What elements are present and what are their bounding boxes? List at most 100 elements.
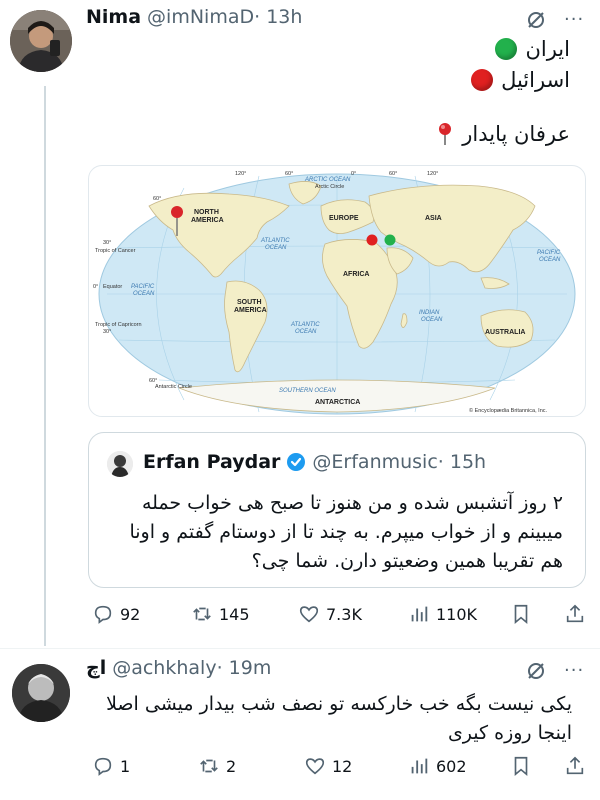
map-label-atlantic-s: ATLANTIC bbox=[290, 322, 320, 328]
map-label-tropic-cancer: Tropic of Cancer bbox=[95, 248, 136, 254]
reply-time[interactable]: · 19m bbox=[217, 657, 272, 679]
green-circle-icon bbox=[495, 38, 518, 60]
author-name[interactable]: Nima bbox=[86, 6, 141, 28]
more-icon[interactable]: ··· bbox=[564, 662, 584, 680]
map-lat-60s: 60° bbox=[149, 378, 157, 384]
repost-button[interactable]: 145 bbox=[191, 603, 250, 625]
map-red-dot bbox=[366, 234, 378, 246]
share-icon bbox=[566, 756, 584, 775]
reply-reply-count: 1 bbox=[120, 756, 131, 776]
bookmark-button[interactable] bbox=[510, 603, 532, 625]
share-button[interactable] bbox=[564, 603, 586, 625]
tweet-top-icons: ··· bbox=[526, 10, 584, 30]
bookmark-icon bbox=[514, 756, 528, 777]
poll-line-iran: ایران bbox=[495, 37, 570, 61]
map-label-pacific-e: PACIFIC bbox=[537, 250, 561, 256]
author-avatar[interactable] bbox=[10, 10, 72, 72]
repost-count: 145 bbox=[219, 604, 250, 624]
map-label-atlantic-s2: OCEAN bbox=[295, 329, 317, 335]
more-icon[interactable]: ··· bbox=[564, 11, 584, 29]
thread-line bbox=[44, 86, 46, 646]
tweet-divider bbox=[0, 648, 600, 649]
pin-text: عرفان پایدار bbox=[462, 122, 570, 146]
bookmark-icon bbox=[514, 604, 528, 625]
quoted-tweet[interactable]: Erfan Paydar @Erfanmusic · 15h ۲ روز آتش… bbox=[88, 432, 586, 588]
like-count: 7.3K bbox=[326, 604, 362, 624]
map-label-arctic-circle: Arctic Circle bbox=[315, 184, 344, 190]
reply-views-count: 602 bbox=[436, 756, 467, 776]
map-lon-0: 0° bbox=[351, 171, 356, 177]
quote-author-handle[interactable]: @Erfanmusic bbox=[312, 451, 437, 473]
map-label-australia: AUSTRALIA bbox=[485, 329, 525, 336]
map-lon-60e: 60° bbox=[389, 171, 397, 177]
quote-time[interactable]: · 15h bbox=[438, 451, 486, 473]
map-label-pacific-e2: OCEAN bbox=[539, 257, 561, 263]
map-lat-0: 0° bbox=[93, 284, 98, 290]
author-handle[interactable]: @imNimaD bbox=[147, 6, 254, 28]
map-label-south-america-2: AMERICA bbox=[234, 307, 267, 314]
reply-icon bbox=[94, 605, 112, 624]
like-button[interactable]: 7.3K bbox=[298, 603, 362, 625]
map-label-north-america: NORTH bbox=[194, 209, 219, 216]
pin-line: عرفان پایدار bbox=[436, 122, 570, 146]
map-lon-120e: 120° bbox=[427, 171, 438, 177]
repost-icon bbox=[200, 759, 218, 773]
map-lon-120w: 120° bbox=[235, 171, 246, 177]
views-icon bbox=[411, 758, 428, 774]
map-lat-60n: 60° bbox=[153, 196, 161, 202]
poll-line-israel: اسرائیل bbox=[471, 68, 570, 92]
reply-text: یکی نیست بگه خب خارکسه تو نصف شب بیدار م… bbox=[106, 693, 572, 744]
map-label-africa: AFRICA bbox=[343, 271, 369, 278]
reply-top-icons: ··· bbox=[526, 661, 584, 681]
map-label-south-america: SOUTH bbox=[237, 299, 262, 306]
reply-repost-button[interactable]: 2 bbox=[198, 755, 236, 777]
map-label-indian2: OCEAN bbox=[421, 317, 443, 323]
reply-views-button[interactable]: 602 bbox=[408, 755, 467, 777]
tweet-time[interactable]: · 13h bbox=[254, 6, 302, 28]
map-label-pacific-w2: OCEAN bbox=[133, 291, 155, 297]
map-label-atlantic-n2: OCEAN bbox=[265, 245, 287, 251]
quote-author-avatar[interactable] bbox=[107, 451, 133, 477]
reply-header: اچ @achkhaly · 19m bbox=[86, 657, 271, 679]
grok-icon[interactable] bbox=[526, 10, 546, 30]
views-count: 110K bbox=[436, 604, 478, 624]
heart-icon bbox=[299, 606, 319, 623]
reply-author-avatar[interactable] bbox=[12, 664, 70, 722]
map-green-dot bbox=[384, 234, 396, 246]
map-label-antarctica: ANTARCTICA bbox=[315, 399, 360, 406]
map-label-equator: Equator bbox=[103, 284, 122, 290]
map-label-pacific-w: PACIFIC bbox=[131, 284, 155, 290]
tweet-header: Nima @imNimaD · 13h bbox=[86, 6, 302, 28]
reply-reply-button[interactable]: 1 bbox=[92, 755, 130, 777]
reply-share-button[interactable] bbox=[564, 755, 586, 777]
reply-button[interactable]: 92 bbox=[92, 603, 140, 625]
quote-author-name[interactable]: Erfan Paydar bbox=[143, 451, 280, 473]
map-lat-30n: 30° bbox=[103, 240, 111, 246]
map-label-southern: SOUTHERN OCEAN bbox=[279, 388, 336, 394]
world-map-image[interactable]: NORTH AMERICA SOUTH AMERICA EUROPE ASIA … bbox=[88, 165, 586, 417]
option-label: اسرائیل bbox=[501, 68, 570, 92]
map-label-asia: ASIA bbox=[425, 215, 442, 222]
quote-text: ۲ روز آتشبس شده و من هنوز تا صبح هی خواب… bbox=[129, 492, 563, 572]
map-lat-30s: 30° bbox=[103, 329, 111, 335]
red-circle-icon bbox=[471, 69, 494, 91]
heart-icon bbox=[305, 758, 325, 775]
views-icon bbox=[411, 606, 428, 622]
views-button[interactable]: 110K bbox=[408, 603, 477, 625]
round-pushpin-icon bbox=[439, 123, 452, 145]
verified-badge-icon bbox=[287, 453, 306, 471]
reply-bookmark-button[interactable] bbox=[510, 755, 532, 777]
reply-count: 92 bbox=[120, 604, 141, 624]
reply-author-name[interactable]: اچ bbox=[86, 657, 106, 679]
map-label-arctic-ocean: ARCTIC OCEAN bbox=[304, 177, 351, 183]
share-icon bbox=[566, 604, 584, 623]
map-label-antarctic-circle: Antarctic Circle bbox=[155, 384, 192, 390]
option-label: ایران bbox=[525, 37, 570, 61]
quote-header: Erfan Paydar @Erfanmusic · 15h bbox=[143, 451, 486, 473]
repost-icon bbox=[193, 607, 211, 621]
reply-author-handle[interactable]: @achkhaly bbox=[112, 657, 216, 679]
map-label-north-america-2: AMERICA bbox=[191, 217, 224, 224]
reply-like-button[interactable]: 12 bbox=[304, 755, 352, 777]
map-label-tropic-capricorn: Tropic of Capricorn bbox=[95, 322, 142, 328]
grok-icon[interactable] bbox=[526, 661, 546, 681]
